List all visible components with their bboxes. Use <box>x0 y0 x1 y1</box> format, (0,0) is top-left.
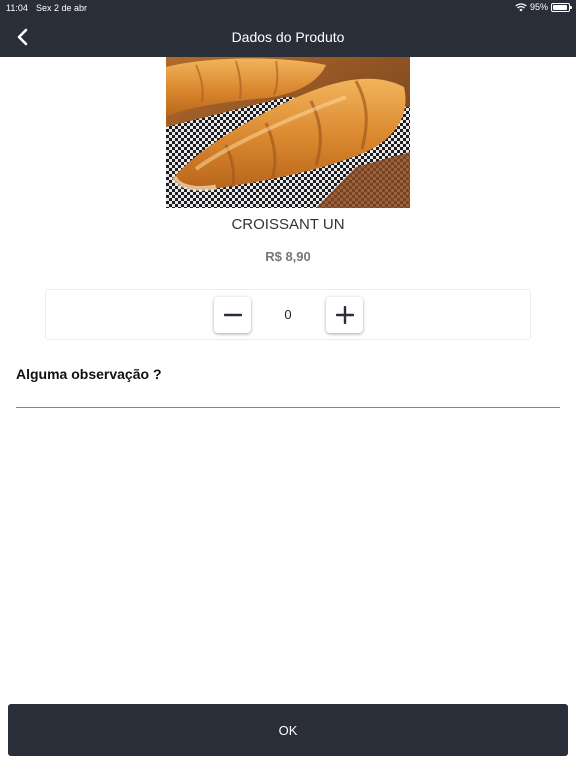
status-time: 11:04 <box>6 3 28 13</box>
battery-fill <box>553 4 568 10</box>
quantity-stepper: 0 <box>45 289 531 340</box>
increase-quantity-button[interactable] <box>326 297 363 333</box>
product-price: R$ 8,90 <box>265 249 311 264</box>
minus-icon <box>223 313 242 317</box>
product-image <box>166 57 410 208</box>
status-date: Sex 2 de abr <box>36 3 88 13</box>
app-header: 11:04 Sex 2 de abr 95% Dados do Produto <box>0 0 576 57</box>
observation-input[interactable] <box>16 388 560 408</box>
croissant-image <box>166 57 410 208</box>
battery-icon <box>551 2 572 12</box>
page-title: Dados do Produto <box>231 29 345 45</box>
wifi-icon <box>515 2 527 11</box>
status-right: 95% <box>515 2 572 12</box>
product-name: CROISSANT UN <box>231 216 345 233</box>
ok-button-label: OK <box>278 722 298 738</box>
plus-icon <box>335 306 354 324</box>
decrease-quantity-button[interactable] <box>214 297 251 333</box>
observation-label: Alguma observação ? <box>16 366 162 382</box>
ok-button[interactable]: OK <box>8 704 568 756</box>
status-bar: 11:04 Sex 2 de abr 95% <box>0 0 576 16</box>
quantity-value: 0 <box>284 307 292 322</box>
battery-percent: 95% <box>529 2 548 12</box>
